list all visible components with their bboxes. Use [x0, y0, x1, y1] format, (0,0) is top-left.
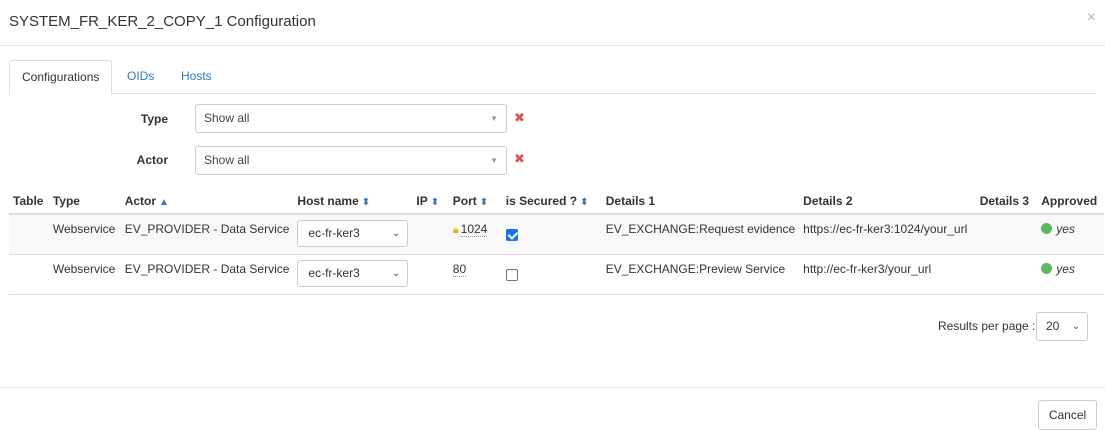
results-per-page-select[interactable]: 20 ⌄ [1036, 312, 1088, 341]
column-header-details1: Details 1 [601, 188, 800, 215]
tab-bar: Configurations OIDs Hosts [9, 60, 1096, 95]
actor-filter-select[interactable]: Show all ▼ [195, 146, 507, 175]
column-header-actor[interactable]: Actor ▲ [120, 188, 294, 215]
cell-details3 [975, 254, 1038, 295]
status-dot-icon [1041, 262, 1053, 274]
port-value: 1024 [460, 222, 488, 237]
cell-host: ec-fr-ker3 ⌄ [293, 214, 413, 255]
host-select-value: ec-fr-ker3 [308, 226, 360, 240]
lock-icon: 🔒︎ [452, 224, 459, 236]
tab-oids[interactable]: OIDs [115, 60, 166, 94]
is-secured-checkbox[interactable] [505, 268, 518, 281]
cell-port: 80 [448, 254, 502, 295]
type-filter-value: Show all [204, 111, 250, 125]
clear-actor-filter-icon[interactable]: ✖ [514, 151, 525, 167]
dialog-title: SYSTEM_FR_KER_2_COPY_1 Configuration [9, 13, 316, 30]
cell-ip [412, 254, 449, 295]
clear-type-filter-icon[interactable]: ✖ [514, 110, 525, 126]
sort-icon[interactable]: ⬍ [580, 197, 588, 208]
table-row: Webservice EV_PROVIDER - Data Service ec… [9, 214, 1104, 255]
cell-table [9, 214, 49, 255]
chevron-down-icon: ⌄ [1071, 321, 1080, 332]
cell-actor-link[interactable]: EV_PROVIDER - Data Service [120, 214, 294, 255]
chevron-down-icon: ⌄ [392, 228, 401, 239]
sort-icon[interactable]: ⬍ [480, 197, 488, 208]
column-header-table: Table [9, 188, 49, 215]
cell-actor-link[interactable]: EV_PROVIDER - Data Service [120, 254, 294, 295]
cell-ip [412, 214, 449, 255]
cell-table [9, 254, 49, 295]
column-header-port[interactable]: Port ⬍ [448, 188, 502, 215]
column-header-details3: Details 3 [975, 188, 1038, 215]
chevron-down-icon: ▼ [490, 156, 498, 165]
cell-approved: yes [1037, 254, 1104, 295]
type-filter-label: Type [140, 112, 168, 126]
cell-details3 [975, 214, 1038, 255]
cell-is-secured [501, 214, 602, 255]
host-select[interactable]: ec-fr-ker3 ⌄ [297, 259, 409, 287]
cell-details2: https://ec-fr-ker3:1024/your_url [799, 214, 976, 255]
column-header-host-name[interactable]: Host name ⬍ [293, 188, 413, 215]
sort-icon[interactable]: ⬍ [431, 197, 439, 208]
column-header-is-secured[interactable]: is Secured ? ⬍ [501, 188, 602, 215]
cell-type: Webservice [48, 254, 121, 295]
configurations-table: Table Type Actor ▲ Host name ⬍ IP ⬍ Port ⬍ i… [9, 188, 1104, 295]
footer-divider [0, 387, 1105, 388]
close-icon[interactable]: × [1087, 10, 1096, 26]
cell-host: ec-fr-ker3 ⌄ [293, 254, 413, 295]
sort-ascending-icon[interactable]: ▲ [159, 197, 169, 208]
cell-details1: EV_EXCHANGE:Request evidence [601, 214, 800, 255]
results-per-page-label: Results per page : [938, 319, 1036, 333]
tab-configurations[interactable]: Configurations [9, 60, 113, 95]
actor-filter-label: Actor [136, 153, 168, 167]
host-select[interactable]: ec-fr-ker3 ⌄ [297, 220, 409, 247]
cell-details2: http://ec-fr-ker3/your_url [799, 254, 976, 295]
cell-is-secured [501, 254, 602, 295]
approved-value: yes [1056, 222, 1075, 236]
cell-type: Webservice [48, 214, 121, 255]
chevron-down-icon: ▼ [490, 114, 498, 123]
is-secured-checkbox[interactable] [505, 229, 518, 241]
table-header-row: Table Type Actor ▲ Host name ⬍ IP ⬍ Port ⬍ i… [9, 188, 1104, 215]
cell-approved: yes [1037, 214, 1104, 255]
column-header-approved: Approved [1037, 188, 1104, 215]
modal-header: SYSTEM_FR_KER_2_COPY_1 Configuration × [0, 0, 1105, 46]
results-per-page-value: 20 [1046, 319, 1060, 333]
column-header-ip[interactable]: IP ⬍ [412, 188, 449, 215]
sort-icon[interactable]: ⬍ [362, 197, 370, 208]
cell-details1: EV_EXCHANGE:Preview Service [601, 254, 800, 295]
port-value: 80 [452, 261, 467, 277]
host-select-value: ec-fr-ker3 [308, 265, 360, 280]
tab-hosts[interactable]: Hosts [169, 60, 224, 94]
chevron-down-icon: ⌄ [392, 267, 401, 279]
approved-value: yes [1056, 261, 1075, 276]
actor-filter-value: Show all [204, 153, 250, 167]
cell-port: 🔒︎ 1024 [448, 214, 502, 255]
type-filter-select[interactable]: Show all ▼ [195, 104, 507, 133]
column-header-details2: Details 2 [799, 188, 976, 215]
status-dot-icon [1041, 223, 1053, 234]
column-header-type: Type [48, 188, 121, 215]
table-row: Webservice EV_PROVIDER - Data Service ec… [9, 254, 1104, 295]
